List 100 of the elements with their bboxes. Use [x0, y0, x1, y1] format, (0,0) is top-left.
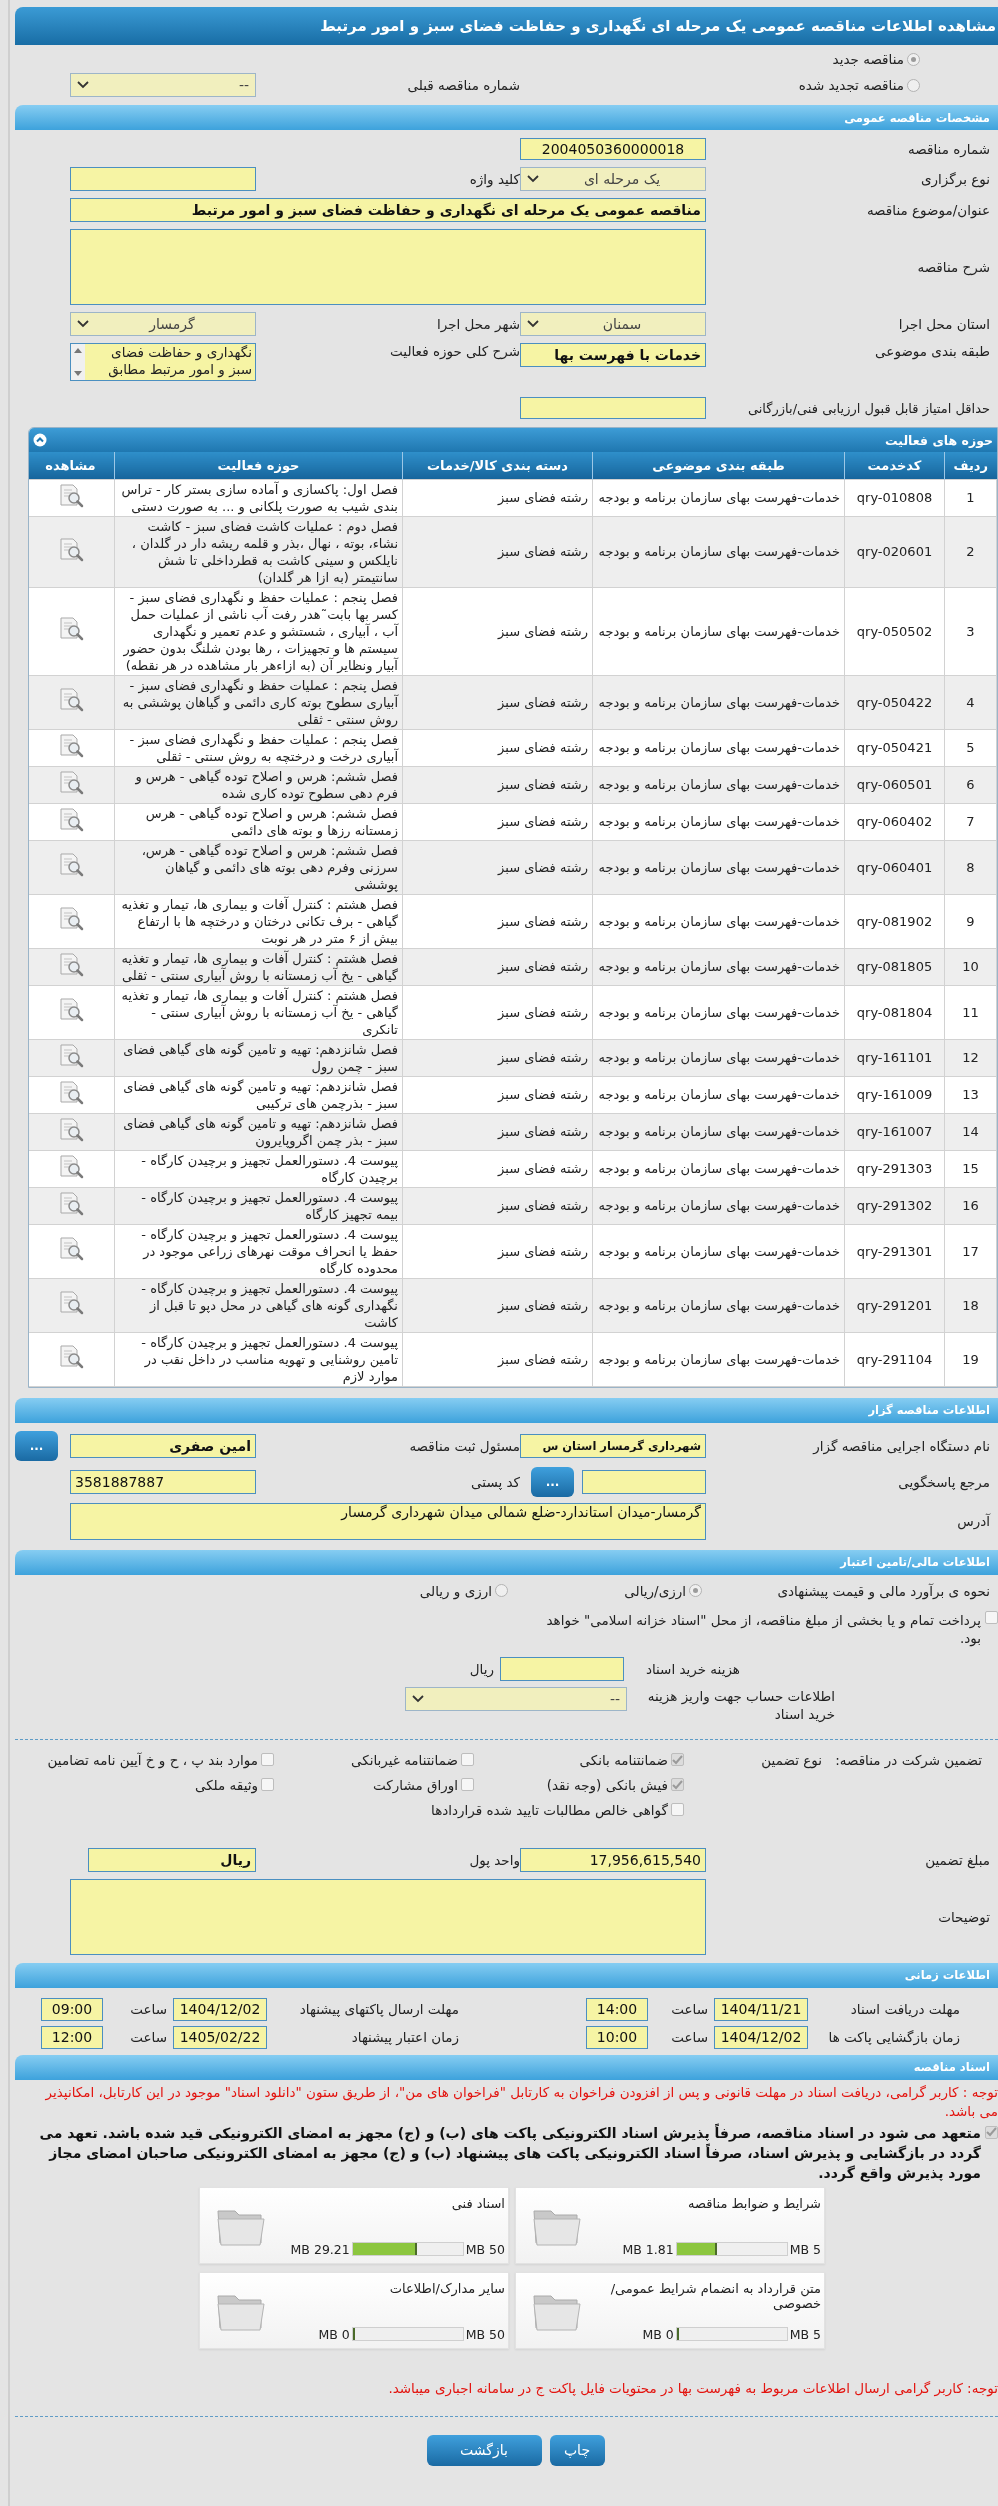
text-field[interactable]: مناقصه عمومی یک مرحله ای نگهداری و حفاظت فضای سبز و امور مرتبط — [70, 198, 706, 222]
document-search-icon[interactable] — [57, 1153, 84, 1180]
text-field[interactable]: ریال — [88, 1847, 256, 1872]
document-search-icon[interactable] — [57, 482, 84, 509]
text-field[interactable]: خدمات با فهرست بها — [520, 343, 706, 367]
table-cell: خدمات-فهرست بهای سازمان برنامه و بودجه — [592, 1039, 845, 1076]
column-header: دسته بندی کالا/خدمات — [402, 452, 593, 479]
checkbox[interactable] — [261, 1778, 274, 1791]
table-cell: فصل اول: پاکسازی و آماده سازی بستر کار - تراس بندی شیب به صورت پلکانی و ... به صورت دستی — [114, 479, 403, 516]
dropdown[interactable]: -- — [70, 73, 256, 97]
table-cell: qry-161101 — [844, 1039, 945, 1076]
table-cell: رشته فضای سبز — [402, 729, 593, 766]
radio-button[interactable] — [495, 1584, 508, 1597]
date-field[interactable]: 1405/02/22 — [173, 2025, 267, 2049]
field-label: شرح مناقصه — [916, 259, 990, 275]
field-label: طبقه بندی موضوعی — [875, 343, 990, 359]
table-cell: خدمات-فهرست بهای سازمان برنامه و بودجه — [592, 1187, 845, 1224]
document-search-icon[interactable] — [57, 1116, 84, 1143]
table-cell: qry-291302 — [844, 1187, 945, 1224]
radio-button[interactable] — [907, 52, 920, 66]
action-button[interactable]: بازگشت — [426, 2434, 542, 2466]
document-search-icon[interactable] — [57, 806, 84, 833]
text-field[interactable] — [582, 1469, 706, 1494]
document-search-icon[interactable] — [57, 769, 84, 796]
text-field[interactable]: 2004050360000018 — [520, 138, 706, 160]
table-cell: خدمات-فهرست بهای سازمان برنامه و بودجه — [592, 516, 845, 587]
time-field[interactable]: 10:00 — [586, 2025, 648, 2049]
document-search-icon[interactable] — [57, 951, 84, 978]
table-cell: خدمات-فهرست بهای سازمان برنامه و بودجه — [592, 1278, 845, 1332]
checkbox[interactable] — [461, 1753, 474, 1766]
field-label: مهلت ارسال پاکتهای پیشنهاد — [298, 2001, 459, 2017]
option-label: وثیقه ملکی — [194, 1776, 258, 1793]
dropdown[interactable]: یک مرحله ای — [520, 167, 706, 191]
document-search-icon[interactable] — [57, 1190, 84, 1217]
date-field[interactable]: 1404/12/02 — [714, 2025, 808, 2049]
document-search-icon[interactable] — [57, 687, 84, 713]
text-field[interactable]: شهرداری گرمسار استان س — [520, 1433, 706, 1458]
table-cell: رشته فضای سبز — [402, 1039, 593, 1076]
field-label: مبلغ تضمین — [924, 1851, 990, 1868]
checkbox[interactable] — [671, 1803, 684, 1816]
text-field[interactable] — [520, 397, 706, 419]
table-cell: خدمات-فهرست بهای سازمان برنامه و بودجه — [592, 1332, 845, 1386]
list-box[interactable]: نگهداری و حفاظت فضای سبز و امور مرتبط مطابق — [70, 343, 256, 381]
table-cell: 12 — [944, 1039, 997, 1076]
text-area[interactable] — [70, 229, 706, 305]
table-cell: رشته فضای سبز — [402, 675, 593, 729]
browse-button[interactable]: ... — [15, 1430, 58, 1461]
field-label: تضمین شرکت در مناقصه: — [834, 1751, 982, 1768]
text-field[interactable]: امین صفری — [70, 1433, 256, 1458]
document-search-icon[interactable] — [57, 1236, 84, 1262]
document-search-icon[interactable] — [57, 1290, 84, 1316]
table-cell: فصل هشتم : کنترل آفات و بیماری ها، تیمار و تغذیه گیاهی - یخ آب زمستانه با روش آبیاری سنتی - تانکری — [114, 985, 403, 1039]
checkbox[interactable] — [671, 1778, 684, 1791]
date-field[interactable]: 1404/11/21 — [714, 1997, 808, 2021]
collapse-icon[interactable] — [33, 433, 47, 447]
field-label: توضیحات — [937, 1908, 990, 1925]
table-cell: رشته فضای سبز — [402, 840, 593, 894]
checkbox[interactable] — [985, 2125, 998, 2139]
browse-button[interactable]: ... — [531, 1466, 574, 1497]
checkbox[interactable] — [261, 1753, 274, 1766]
checkbox[interactable] — [671, 1753, 684, 1766]
text-field[interactable]: گرمسار-میدان استاندارد-ضلع شمالی میدان شهرداری گرمسار — [70, 1502, 706, 1540]
table-cell: 5 — [944, 729, 997, 766]
date-field[interactable]: 1404/12/02 — [173, 1997, 267, 2021]
checkbox[interactable] — [461, 1778, 474, 1791]
file-size-limit: 50 MB — [465, 2326, 505, 2342]
text-field[interactable] — [70, 167, 256, 191]
file-size-limit: 5 MB — [789, 2326, 821, 2342]
radio-button[interactable] — [689, 1584, 702, 1597]
text-field[interactable]: 17,956,615,540 — [520, 1847, 706, 1872]
table-cell: رشته فضای سبز — [402, 985, 593, 1039]
dropdown[interactable]: گرمسار — [70, 312, 256, 336]
scrollbar[interactable] — [71, 344, 85, 380]
text-field[interactable]: 3581887887 — [70, 1469, 256, 1494]
table-cell: پیوست 4. دستورالعمل تجهیز و برچیدن کارگاه - تامین روشنایی و تهویه مناسب در داخل نقب در موارد لازم — [114, 1332, 403, 1386]
document-search-icon[interactable] — [57, 1042, 84, 1069]
time-field[interactable]: 12:00 — [41, 2025, 103, 2049]
document-search-icon[interactable] — [57, 997, 84, 1023]
time-field[interactable]: 09:00 — [41, 1997, 103, 2021]
text-field[interactable] — [500, 1656, 624, 1681]
document-search-icon[interactable] — [57, 536, 84, 563]
document-search-icon[interactable] — [57, 852, 84, 878]
text-area[interactable] — [70, 1878, 706, 1955]
document-search-icon[interactable] — [57, 1344, 84, 1370]
dropdown[interactable]: سمنان — [520, 312, 706, 336]
document-search-icon[interactable] — [57, 616, 84, 642]
document-search-icon[interactable] — [57, 906, 84, 932]
file-size-limit: 50 MB — [465, 2241, 505, 2257]
dropdown[interactable]: -- — [405, 1686, 627, 1711]
table-cell: فصل ششم: هرس و اصلاح توده گیاهی - هرس و فرم دهی سطوح توده کاری شده — [114, 766, 403, 803]
field-label: آدرس — [956, 1513, 990, 1529]
document-search-icon[interactable] — [57, 1079, 84, 1106]
time-field[interactable]: 14:00 — [586, 1997, 648, 2021]
document-search-icon[interactable] — [57, 732, 84, 759]
action-button[interactable]: چاپ — [549, 2434, 605, 2466]
table-cell: فصل شانزدهم: تهیه و تامین گونه های گیاهی فضای سبز - چمن رول — [114, 1039, 403, 1076]
table-cell: خدمات-فهرست بهای سازمان برنامه و بودجه — [592, 729, 845, 766]
field-label: عنوان/موضوع مناقصه — [865, 202, 990, 218]
radio-button[interactable] — [907, 78, 920, 92]
checkbox[interactable] — [985, 1610, 998, 1624]
